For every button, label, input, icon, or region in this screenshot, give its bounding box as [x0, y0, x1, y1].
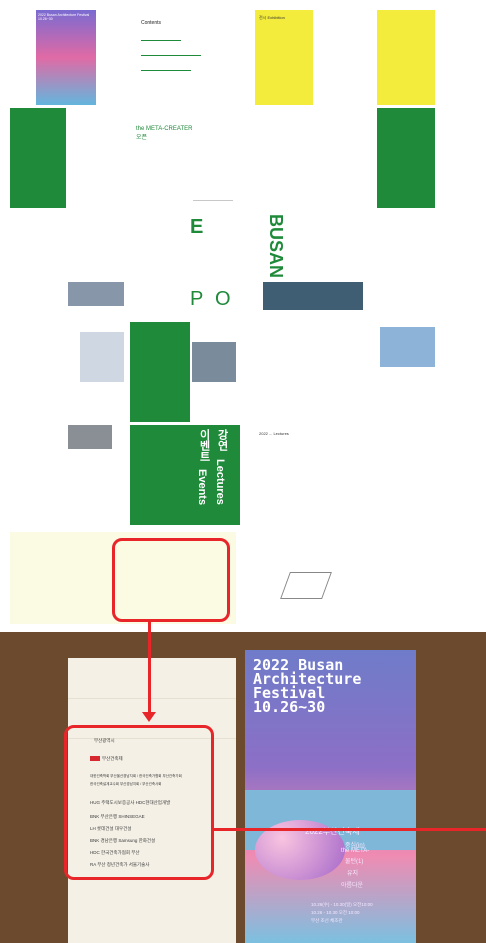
cover-page-thumb: 2022 Busan Architecture Festival 10.26~3…	[36, 10, 96, 105]
exhibition-page-right	[377, 10, 435, 105]
cover-line-5: 10.26(수) - 10.30(일) 오전10:00	[311, 902, 373, 907]
cover-thumb-title: 2022 Busan Architecture Festival 10.26~3…	[38, 13, 90, 21]
ep-o: O	[215, 288, 231, 310]
spread-ep: E P O	[10, 210, 236, 315]
spread-row4-b	[255, 322, 435, 422]
spread-exhibition: 전시 Exhibition	[255, 10, 435, 105]
exhibition-heading: 전시 Exhibition	[259, 15, 285, 20]
spread-row4-a	[10, 322, 236, 422]
ep-e: E	[190, 216, 204, 238]
meta-page: the META-CREATER 오픈	[128, 108, 236, 208]
spread-lectures: 강연 Lectures 이벤트 Events	[10, 425, 240, 525]
cover-title: 2022 Busan Architecture Festival 10.26~3…	[253, 656, 362, 716]
exhibition-page-mid	[317, 10, 375, 105]
spread-lectures-2: 2022 ... Lectures	[255, 425, 435, 525]
lectures-en: Lectures	[214, 459, 226, 505]
row4-photo-c	[380, 327, 435, 367]
spread-meta: the META-CREATER 오픈	[10, 108, 236, 208]
lectures-ko: 강연	[216, 429, 228, 451]
contents-heading: Contents	[141, 20, 162, 26]
cover-line-7: 부산 조선 체조관	[311, 918, 343, 923]
bridge-photo	[68, 282, 124, 306]
meta-green-page	[10, 108, 66, 208]
spread-busan: BUSAN	[255, 210, 435, 315]
contents-page: Contents	[123, 10, 236, 105]
row4-photo-b	[192, 342, 236, 382]
connector-vertical	[148, 622, 151, 714]
highlight-box-top	[112, 538, 230, 622]
events-en: Events	[196, 469, 208, 506]
map-illustration	[280, 572, 332, 599]
cover-line-6: 10.26 - 10.30 오전 10:00	[311, 910, 360, 915]
ep-p: P	[190, 288, 204, 310]
row5-photo	[68, 425, 112, 449]
events-ko: 이벤트	[198, 429, 210, 462]
busan-letters: BUSAN	[266, 214, 286, 279]
spread-meta-2	[255, 108, 435, 208]
spread-cover-contents: 2022 Busan Architecture Festival 10.26~3…	[10, 10, 236, 105]
row4-photo-a	[80, 332, 124, 382]
cover-line-4: 아름다운	[341, 883, 364, 889]
green-arrow-page	[377, 108, 435, 208]
cover-line-2: 물턴(1)	[345, 859, 364, 865]
cover-line-1: the META-	[341, 848, 370, 854]
lectures-cover: 강연 Lectures 이벤트 Events	[130, 425, 240, 525]
connector-arrowhead	[142, 712, 156, 722]
meta-title: the META-CREATER 오픈	[136, 126, 193, 141]
row4-green-page	[130, 322, 190, 422]
exhibition-page-left: 전시 Exhibition	[255, 10, 313, 105]
spread-map	[255, 532, 435, 624]
lectures-page-label: 2022 ... Lectures	[259, 431, 289, 436]
festival-cover: 2022 Busan Architecture Festival 10.26~3…	[245, 650, 416, 943]
highlight-box-bottom	[64, 725, 214, 880]
busan-photo	[263, 282, 363, 310]
cover-line-3: 유지	[347, 871, 359, 877]
connector-horizontal	[214, 828, 486, 831]
